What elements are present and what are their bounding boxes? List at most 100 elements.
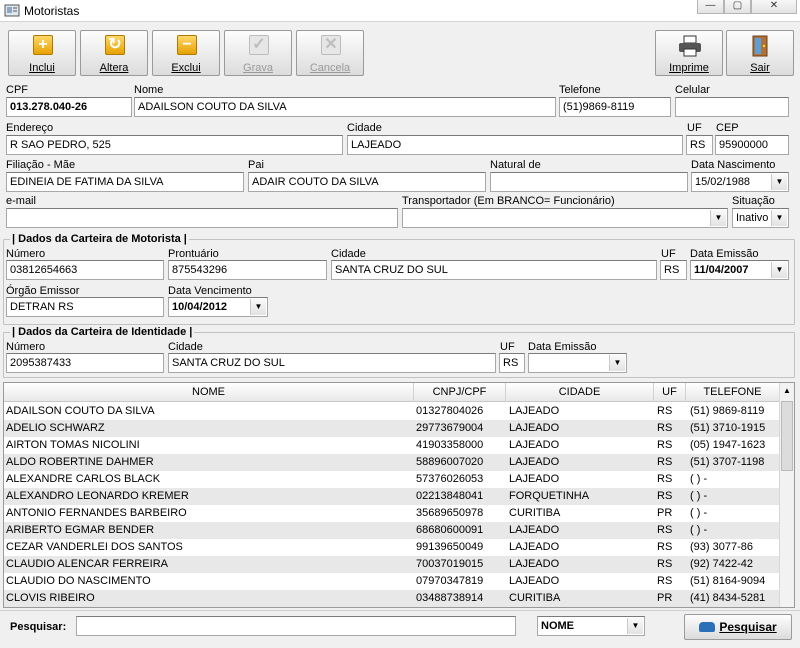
cell-nome: AIRTON TOMAS NICOLINI: [6, 439, 140, 451]
cell-cnpj: 29773679004: [416, 422, 484, 434]
table-row[interactable]: CLAUDIO ALENCAR FERREIRA 70037019015 LAJEA…: [4, 556, 780, 573]
cell-uf: RS: [657, 575, 673, 587]
cep-field[interactable]: 95900000: [715, 135, 789, 155]
table-row[interactable]: ARIBERTO EGMAR BENDER 68680600091 LAJEADO R…: [4, 522, 780, 539]
telefone-field[interactable]: (51)9869-8119: [559, 97, 671, 117]
cep-label: CEP: [716, 122, 739, 134]
drivers-table[interactable]: NOME CNPJ/CPF CIDADE UF TELEFONE ADAILSO…: [3, 382, 795, 608]
nascimento-field[interactable]: 15/02/1988 ▼: [691, 172, 789, 192]
rg-cidade-field[interactable]: SANTA CRUZ DO SUL: [168, 353, 496, 373]
cnh-emissao-field[interactable]: 11/04/2007 ▼: [690, 260, 789, 280]
header-nome[interactable]: NOME: [4, 383, 414, 402]
chevron-down-icon[interactable]: ▼: [771, 262, 787, 278]
header-uf[interactable]: UF: [654, 383, 686, 402]
excluir-label: Exclui: [171, 62, 201, 74]
chevron-down-icon[interactable]: ▼: [609, 355, 625, 371]
cell-cnpj: 03488738914: [416, 592, 484, 604]
scroll-up-icon[interactable]: ▲: [780, 383, 794, 399]
sair-button[interactable]: Sair: [726, 30, 794, 76]
maximize-button[interactable]: ▢: [724, 0, 751, 14]
close-button[interactable]: ✕: [751, 0, 797, 14]
minimize-button[interactable]: —: [697, 0, 724, 14]
chevron-down-icon[interactable]: ▼: [771, 210, 787, 226]
vertical-scrollbar[interactable]: ▲: [779, 383, 794, 607]
orgao-field[interactable]: DETRAN RS: [6, 297, 164, 317]
header-cidade[interactable]: CIDADE: [506, 383, 654, 402]
rg-uf-field[interactable]: RS: [499, 353, 525, 373]
cidade-field[interactable]: LAJEADO: [347, 135, 683, 155]
uf-field[interactable]: RS: [686, 135, 713, 155]
pesquisar-button[interactable]: Pesquisar: [684, 614, 792, 640]
cell-cidade: LAJEADO: [509, 558, 560, 570]
situacao-label: Situação: [732, 195, 775, 207]
cpf-field[interactable]: 013.278.040-26: [6, 97, 132, 117]
table-row[interactable]: CEZAR VANDERLEI DOS SANTOS 99139650049 LAJ…: [4, 539, 780, 556]
table-row[interactable]: ADAILSON COUTO DA SILVA 01327804026 LAJEAD…: [4, 403, 780, 420]
cnh-uf-field[interactable]: RS: [660, 260, 687, 280]
cnh-cidade-field[interactable]: SANTA CRUZ DO SUL: [331, 260, 657, 280]
pesquisar-button-label: Pesquisar: [719, 620, 777, 634]
excluir-button[interactable]: − Exclui: [152, 30, 220, 76]
gravar-button[interactable]: ✓ Grava: [224, 30, 292, 76]
endereco-field[interactable]: R SAO PEDRO, 525: [6, 135, 343, 155]
search-field-select[interactable]: NOME ▼: [537, 616, 645, 636]
prontuario-field[interactable]: 875543296: [168, 260, 327, 280]
cell-cnpj: 01327804026: [416, 405, 484, 417]
cancelar-button[interactable]: ✕ Cancela: [296, 30, 364, 76]
vencimento-field[interactable]: 10/04/2012 ▼: [168, 297, 268, 317]
table-row[interactable]: ALEXANDRO LEONARDO KREMER 02213848041 FORQ…: [4, 488, 780, 505]
header-cnpj[interactable]: CNPJ/CPF: [414, 383, 506, 402]
table-row[interactable]: ANTONIO FERNANDES BARBEIRO 35689650978 CUR…: [4, 505, 780, 522]
orgao-label: Órgão Emissor: [6, 285, 80, 297]
search-input[interactable]: [76, 616, 516, 636]
cell-uf: PR: [657, 507, 673, 519]
chevron-down-icon[interactable]: ▼: [627, 618, 643, 634]
cell-cidade: LAJEADO: [509, 456, 560, 468]
chevron-down-icon[interactable]: ▼: [771, 174, 787, 190]
cell-telefone: (92) 7422-42: [690, 558, 753, 570]
plus-icon: +: [33, 35, 53, 55]
cell-telefone: (93) 3077-86: [690, 541, 753, 553]
incluir-button[interactable]: + Inclui: [8, 30, 76, 76]
situacao-value: Inativo: [736, 212, 769, 224]
table-row[interactable]: ALEXANDRE CARLOS BLACK 57376026053 LAJEADO…: [4, 471, 780, 488]
table-row[interactable]: AIRTON TOMAS NICOLINI 41903358000 LAJEADO R…: [4, 437, 780, 454]
table-row[interactable]: CLOVIS RIBEIRO 03488738914 CURITIBA PR (41) …: [4, 590, 780, 607]
table-row[interactable]: ADELIO SCHWARZ 29773679004 LAJEADO RS (51) 3…: [4, 420, 780, 437]
alterar-button[interactable]: ↻ Altera: [80, 30, 148, 76]
email-field[interactable]: [6, 208, 398, 228]
pai-field[interactable]: ADAIR COUTO DA SILVA: [248, 172, 486, 192]
cell-nome: ALEXANDRE CARLOS BLACK: [6, 473, 161, 485]
cell-telefone: ( ) -: [690, 490, 708, 502]
table-row[interactable]: ALDO ROBERTINE DAHMER 58896007020 LAJEADO R…: [4, 454, 780, 471]
minus-icon: −: [177, 35, 197, 55]
search-car-icon: [699, 621, 716, 632]
alterar-label: Altera: [99, 62, 129, 74]
table-row[interactable]: CLAUDIO DO NASCIMENTO 07970347819 LAJEADO R…: [4, 573, 780, 590]
chevron-down-icon[interactable]: ▼: [710, 210, 726, 226]
rg-numero-field[interactable]: 2095387433: [6, 353, 164, 373]
cell-cidade: LAJEADO: [509, 439, 560, 451]
rg-emissao-field[interactable]: ▼: [528, 353, 627, 373]
imprimir-button[interactable]: Imprime: [655, 30, 723, 76]
cell-cidade: LAJEADO: [509, 473, 560, 485]
cnh-numero-field[interactable]: 03812654663: [6, 260, 164, 280]
rg-emissao-label: Data Emissão: [528, 341, 597, 353]
scroll-thumb[interactable]: [781, 401, 793, 471]
window-title: Motoristas: [24, 4, 80, 18]
cell-nome: CLAUDIO ALENCAR FERREIRA: [6, 558, 168, 570]
cell-uf: RS: [657, 524, 673, 536]
celular-field[interactable]: [675, 97, 789, 117]
pai-label: Pai: [248, 159, 264, 171]
transportador-select[interactable]: ▼: [402, 208, 728, 228]
chevron-down-icon[interactable]: ▼: [250, 299, 266, 315]
nascimento-value: 15/02/1988: [695, 176, 751, 188]
mae-field[interactable]: EDINEIA DE FATIMA DA SILVA: [6, 172, 244, 192]
header-telefone[interactable]: TELEFONE: [686, 383, 780, 402]
nome-field[interactable]: ADAILSON COUTO DA SILVA: [134, 97, 556, 117]
natural-field[interactable]: [490, 172, 688, 192]
cell-nome: ALDO ROBERTINE DAHMER: [6, 456, 154, 468]
cell-uf: RS: [657, 558, 673, 570]
situacao-select[interactable]: Inativo ▼: [732, 208, 789, 228]
cell-cnpj: 57376026053: [416, 473, 484, 485]
